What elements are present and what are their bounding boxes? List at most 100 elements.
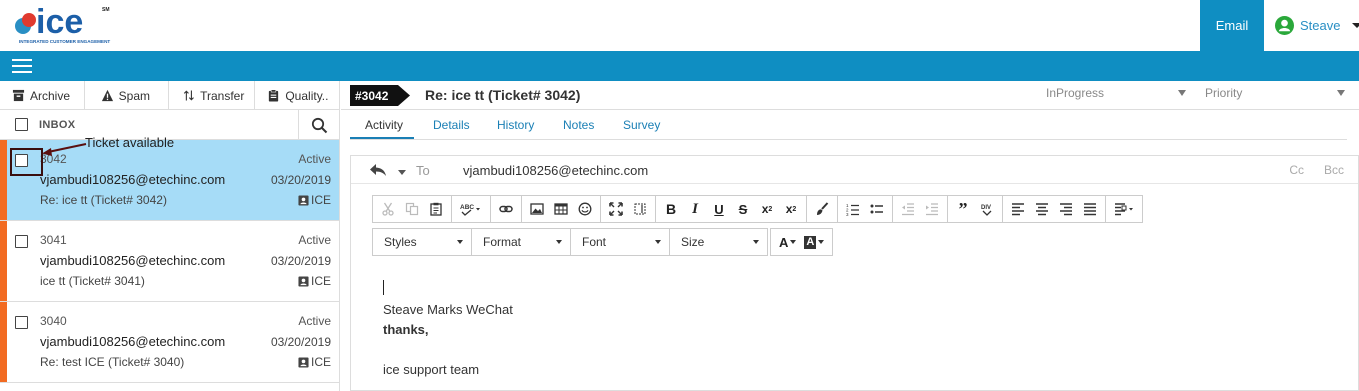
- link-icon[interactable]: [494, 198, 518, 220]
- remove-format-icon[interactable]: [810, 198, 834, 220]
- blockquote-icon[interactable]: ”: [951, 198, 975, 220]
- ticket-checkbox[interactable]: [15, 235, 28, 248]
- svg-text:DIV: DIV: [981, 205, 991, 211]
- subscript-icon[interactable]: x2: [755, 198, 779, 220]
- detail-tabs: Activity Details History Notes Survey: [350, 110, 1347, 140]
- show-blocks-icon[interactable]: [628, 198, 652, 220]
- tab-history[interactable]: History: [497, 118, 534, 132]
- copy-icon[interactable]: [400, 198, 424, 220]
- align-center-icon[interactable]: [1030, 198, 1054, 220]
- ticket-source: ICE: [298, 355, 331, 369]
- bcc-button[interactable]: Bcc: [1324, 163, 1344, 177]
- archive-icon: [12, 89, 25, 102]
- email-tab[interactable]: Email: [1200, 0, 1264, 51]
- priority-stripe: [0, 140, 7, 220]
- background-color-icon[interactable]: A: [800, 235, 828, 249]
- superscript-icon[interactable]: x2: [779, 198, 803, 220]
- align-right-icon[interactable]: [1054, 198, 1078, 220]
- warning-icon: [101, 89, 113, 102]
- tab-notes[interactable]: Notes: [563, 118, 594, 132]
- clear-format-group: [807, 196, 838, 222]
- body-line-blank: [383, 340, 513, 360]
- hamburger-menu-icon[interactable]: [12, 59, 32, 74]
- search-button[interactable]: [298, 110, 340, 140]
- indent-icon[interactable]: [920, 198, 944, 220]
- bold-icon[interactable]: B: [659, 198, 683, 220]
- list-group: 123: [838, 196, 893, 222]
- color-group: A A: [770, 228, 834, 256]
- tab-details[interactable]: Details: [433, 118, 470, 132]
- link-group: [491, 196, 522, 222]
- format-dropdown[interactable]: Format: [471, 228, 570, 256]
- align-left-icon[interactable]: [1006, 198, 1030, 220]
- underline-icon[interactable]: U: [707, 198, 731, 220]
- align-justify-icon[interactable]: [1078, 198, 1102, 220]
- ticket-status: Active: [298, 314, 331, 328]
- editor-toolbar: ABC B I U S x2 x2 1 2 3 ” DIV: [372, 195, 1143, 223]
- maximize-icon[interactable]: [604, 198, 628, 220]
- clipboard-icon: [269, 89, 279, 102]
- top-bar: ice SM INTEGRATED CUSTOMER ENGAGEMENT Em…: [0, 0, 1359, 51]
- paste-icon[interactable]: [424, 198, 448, 220]
- cc-button[interactable]: Cc: [1289, 163, 1304, 177]
- font-dropdown[interactable]: Font: [570, 228, 669, 256]
- spellcheck-icon[interactable]: ABC: [455, 198, 487, 220]
- ticket-checkbox[interactable]: [15, 316, 28, 329]
- to-row: To vjambudi108256@etechinc.com Cc Bcc: [351, 156, 1358, 184]
- ice-logo[interactable]: ice SM INTEGRATED CUSTOMER ENGAGEMENT: [14, 2, 114, 48]
- quality-button[interactable]: Quality..: [255, 81, 339, 110]
- format-toolbar: Styles Format Font Size A A: [372, 228, 834, 256]
- spam-button[interactable]: Spam: [85, 81, 170, 110]
- view-group: [601, 196, 656, 222]
- contact-card-icon: [298, 194, 309, 206]
- archive-button[interactable]: Archive: [0, 81, 85, 110]
- table-icon[interactable]: [549, 198, 573, 220]
- chevron-down-icon: [556, 240, 562, 244]
- ticket-header: #3042 Re: ice tt (Ticket# 3042) InProgre…: [341, 81, 1359, 110]
- svg-text:ABC: ABC: [460, 204, 474, 211]
- strikethrough-icon[interactable]: S: [731, 198, 755, 220]
- insert-group: [522, 196, 601, 222]
- ticket-row[interactable]: 3040 Active vjambudi108256@etechinc.com …: [0, 302, 339, 383]
- chevron-down-icon: [753, 240, 759, 244]
- italic-icon[interactable]: I: [683, 198, 707, 220]
- styles-dropdown[interactable]: Styles: [372, 228, 471, 256]
- annotation-arrow-icon: [42, 143, 87, 156]
- transfer-button[interactable]: Transfer: [169, 81, 256, 110]
- ticket-date: 03/20/2019: [270, 254, 331, 268]
- tab-activity[interactable]: Activity: [365, 118, 403, 132]
- cut-icon[interactable]: [376, 198, 400, 220]
- svg-text:3: 3: [846, 212, 849, 216]
- editor-body[interactable]: Steave Marks WeChat thanks, ice support …: [383, 280, 513, 380]
- body-line-signature: Steave Marks WeChat: [383, 302, 513, 317]
- inbox-label: INBOX: [39, 118, 76, 131]
- div-container-icon[interactable]: DIV: [975, 198, 999, 220]
- numbered-list-icon[interactable]: 123: [841, 198, 865, 220]
- contact-card-icon: [298, 356, 309, 368]
- chevron-down-icon: [1352, 23, 1359, 28]
- select-all-checkbox[interactable]: [15, 118, 28, 131]
- ticket-source: ICE: [298, 193, 331, 207]
- text-direction-icon[interactable]: [1109, 198, 1139, 220]
- tab-survey[interactable]: Survey: [623, 118, 660, 132]
- status-select[interactable]: InProgress: [1046, 86, 1186, 100]
- chevron-down-icon: [1178, 90, 1186, 96]
- size-dropdown[interactable]: Size: [669, 228, 768, 256]
- ticket-row[interactable]: 3041 Active vjambudi108256@etechinc.com …: [0, 221, 339, 302]
- emoji-icon[interactable]: [573, 198, 597, 220]
- indent-group: [893, 196, 948, 222]
- priority-select[interactable]: Priority: [1205, 86, 1345, 100]
- transfer-icon: [184, 90, 195, 101]
- to-address[interactable]: vjambudi108256@etechinc.com: [463, 163, 648, 178]
- text-color-icon[interactable]: A: [775, 235, 800, 250]
- bullet-list-icon[interactable]: [865, 198, 889, 220]
- image-icon[interactable]: [525, 198, 549, 220]
- reply-options-chevron-icon[interactable]: [398, 170, 406, 175]
- align-group: [1003, 196, 1106, 222]
- contact-card-icon: [298, 275, 309, 287]
- reply-icon[interactable]: [369, 163, 387, 177]
- search-icon: [311, 117, 328, 133]
- outdent-icon[interactable]: [896, 198, 920, 220]
- user-menu[interactable]: Steave: [1275, 16, 1359, 35]
- ticket-list-panel: Archive Spam Transfer Quality.. INBOX 30…: [0, 81, 340, 391]
